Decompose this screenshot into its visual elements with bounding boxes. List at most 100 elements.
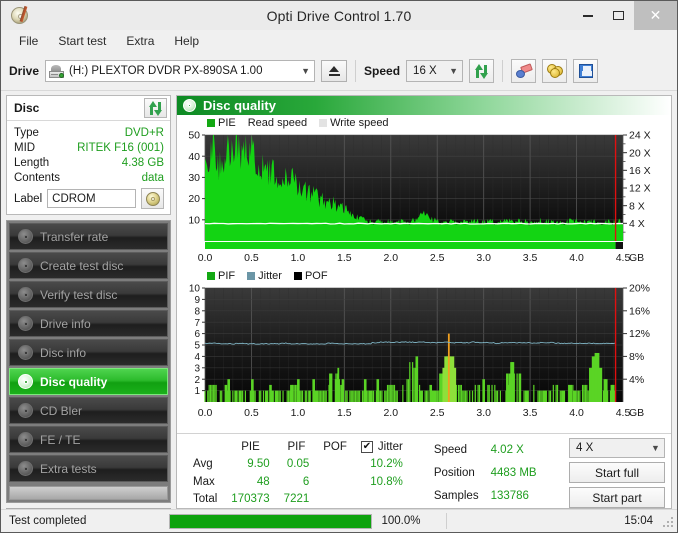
legend-item-pif: PIF (207, 270, 235, 282)
svg-text:8%: 8% (629, 351, 644, 363)
pif-chart-legend: PIF Jitter POF (179, 269, 669, 282)
row-label-max: Max (193, 475, 215, 488)
svg-text:2.0: 2.0 (383, 252, 398, 264)
svg-text:1.5: 1.5 (337, 407, 352, 419)
save-button[interactable] (573, 59, 599, 83)
sidebar-item-label: Verify test disc (40, 287, 118, 302)
sidebar-item-disc-quality[interactable]: Disc quality (9, 368, 168, 395)
cell-max-jitter: 10.8% (370, 475, 403, 488)
sidebar-item-drive-info[interactable]: Drive info (9, 310, 168, 337)
cell-max-pie: 48 (256, 475, 270, 488)
menu-item-extra[interactable]: Extra (117, 32, 163, 50)
cell-max-pif: 6 (302, 475, 310, 488)
legend-item-pof: POF (293, 270, 328, 282)
column-header-jitter-label: Jitter (377, 440, 403, 453)
info-value-samples: 133786 (490, 490, 529, 503)
start-part-button[interactable]: Start part (569, 487, 665, 508)
sidebar-item-label: Drive info (40, 316, 91, 331)
test-nav-list: Transfer rate Create test disc Verify te… (6, 220, 171, 503)
info-value-position: 4483 MB (490, 466, 537, 479)
table-header-row: PIE PIF POF ✔ Jitter (185, 438, 410, 456)
cell-avg-pof (316, 456, 354, 474)
sidebar-item-cd-bler[interactable]: CD Bler (9, 397, 168, 424)
table-row: Total 170373 7221 (185, 491, 410, 509)
disc-icon (18, 461, 33, 476)
sidebar-item-create-test-disc[interactable]: Create test disc (9, 252, 168, 279)
speed-label: Speed (364, 64, 401, 78)
svg-text:4: 4 (194, 352, 200, 363)
svg-text:3.5: 3.5 (523, 407, 538, 419)
svg-text:0.5: 0.5 (244, 407, 259, 419)
disc-row-contents: Contents data (14, 170, 164, 185)
svg-text:4.0: 4.0 (569, 252, 584, 264)
info-row-speed: Speed 4.02 X (428, 438, 543, 461)
disc-row-value: DVD+R (124, 126, 164, 139)
menu-item-help[interactable]: Help (165, 32, 208, 50)
svg-text:9: 9 (194, 295, 200, 306)
eject-button[interactable] (321, 60, 348, 82)
sidebar-item-label: FE / TE (40, 432, 81, 447)
sidebar-item-fe-te[interactable]: FE / TE (9, 426, 168, 453)
resize-grip-icon[interactable] (661, 515, 673, 527)
disc-refresh-button[interactable] (144, 98, 167, 118)
svg-text:4.0: 4.0 (569, 407, 584, 419)
menu-bar: File Start test Extra Help (1, 30, 677, 52)
disc-icon (18, 403, 33, 418)
drive-select[interactable]: (H:) PLEXTOR DVDR PX-890SA 1.00 ▼ (45, 60, 316, 82)
disc-row-value: 4.38 GB (121, 156, 164, 169)
svg-text:6: 6 (194, 329, 200, 340)
pie-plot-area[interactable]: 10 20 30 40 50 4 X 8 X 12 X 16 X 20 X 24 X 0.0 0.5 1.… (179, 129, 669, 269)
info-key-position: Position (433, 466, 475, 479)
sidebar-item-label: Disc info (40, 345, 87, 360)
svg-text:3: 3 (194, 363, 200, 374)
start-full-button[interactable]: Start full (569, 462, 665, 483)
disc-icon (18, 432, 33, 447)
svg-text:50: 50 (188, 130, 200, 142)
statistics-table: PIE PIF POF ✔ Jitter Avg 9.50 0.05 10.2%… (185, 438, 410, 508)
disc-info-rows: Type DVD+R MID RITEK F16 (001) Length 4.… (7, 121, 170, 214)
pie-chart-block: PIE Read speed Write speed 10 20 30 40 50 4 X… (179, 116, 669, 269)
pie-chart-legend: PIE Read speed Write speed (179, 116, 669, 129)
jitter-checkbox[interactable]: ✔ (360, 440, 373, 453)
svg-text:30: 30 (188, 172, 200, 184)
floppy-save-icon (578, 64, 593, 78)
coins-button[interactable] (542, 59, 568, 83)
drive-label: Drive (9, 64, 40, 78)
svg-text:24 X: 24 X (629, 130, 651, 142)
disc-label-button[interactable] (141, 188, 164, 209)
sidebar-item-transfer-rate[interactable]: Transfer rate (9, 223, 168, 250)
pif-plot-area[interactable]: 1 2 3 4 5 6 7 8 9 10 4% 8% 12% 16% 20% 0.0 0.5 1.0 1.5 2.0 2… (179, 282, 669, 430)
svg-text:20%: 20% (629, 283, 650, 295)
legend-item-pie: PIE (207, 117, 236, 129)
disc-icon (18, 258, 33, 273)
legend-label-pif: PIF (218, 269, 236, 282)
sidebar-item-verify-test-disc[interactable]: Verify test disc (9, 281, 168, 308)
svg-text:2.0: 2.0 (383, 407, 398, 419)
legend-label-read-speed: Read speed (247, 116, 308, 129)
refresh-button[interactable] (469, 59, 495, 83)
page-title: Disc quality (203, 98, 276, 113)
disc-info-panel: Disc Type DVD+R MID RITEK F16 (001) Leng… (6, 95, 171, 215)
disc-label-input[interactable]: CDROM (47, 189, 136, 208)
speed-select[interactable]: 16 X ▼ (406, 60, 464, 82)
svg-text:1.0: 1.0 (291, 252, 306, 264)
legend-label-pie: PIE (218, 116, 236, 129)
disc-row-key: MID (14, 141, 36, 154)
menu-item-start-test[interactable]: Start test (49, 32, 115, 50)
speed-select-value: 16 X (413, 65, 437, 77)
svg-text:16 X: 16 X (629, 165, 651, 177)
test-actions: 4 X ▼ Start full Start part (569, 438, 665, 508)
disc-row-key: Contents (14, 171, 61, 184)
disc-row-value: data (141, 171, 164, 184)
legend-swatch-pie (207, 118, 215, 127)
legend-label-write-speed: Write speed (330, 116, 389, 129)
eject-icon (329, 66, 340, 72)
sidebar-item-disc-info[interactable]: Disc info (9, 339, 168, 366)
test-speed-select[interactable]: 4 X ▼ (569, 438, 665, 458)
pif-chart-block: PIF Jitter POF 1 2 3 4 5 6 7 8 9 10 4% 8% 12% 16% 20% 0… (179, 269, 669, 430)
menu-item-file[interactable]: File (10, 32, 47, 50)
erase-button[interactable] (511, 59, 537, 83)
sidebar-item-extra-tests[interactable]: Extra tests (9, 455, 168, 482)
status-bar: Test completed 100.0% 15:04 (1, 509, 677, 532)
svg-text:0.0: 0.0 (198, 252, 213, 264)
